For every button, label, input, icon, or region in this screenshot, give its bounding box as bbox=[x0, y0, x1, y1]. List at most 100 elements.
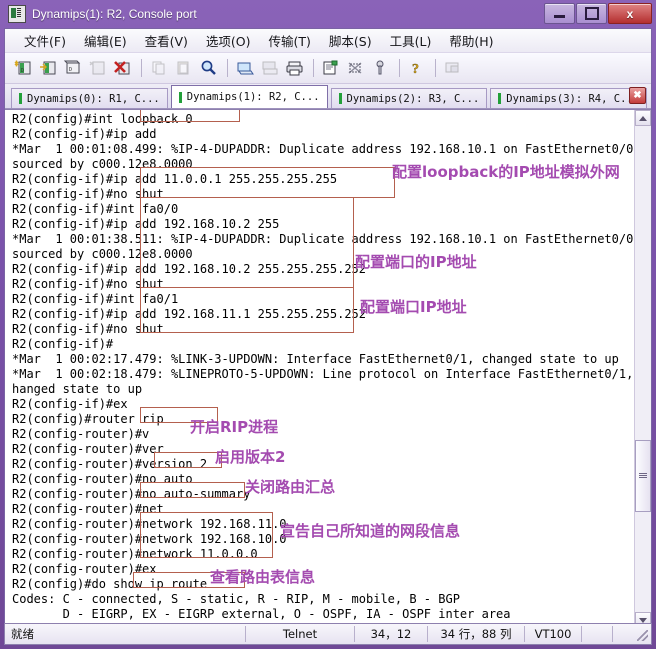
securecrt-window: Dynamips(1): R2, Console port x 文件(F) 编辑… bbox=[0, 0, 656, 649]
scroll-up-button[interactable] bbox=[635, 110, 651, 126]
print-screen-icon[interactable] bbox=[233, 56, 257, 80]
menu-script[interactable]: 脚本(S) bbox=[320, 29, 381, 52]
session-options-icon[interactable] bbox=[319, 56, 343, 80]
help-icon[interactable]: ? bbox=[405, 56, 429, 80]
menu-transfer[interactable]: 传输(T) bbox=[260, 29, 320, 52]
minimize-icon bbox=[554, 14, 565, 18]
maximize-icon bbox=[584, 7, 599, 20]
terminal-scrollbar[interactable] bbox=[634, 110, 651, 628]
terminal-line: R2(config-if)#no shut bbox=[12, 322, 164, 336]
tile-icon bbox=[441, 56, 465, 80]
tab-label: Dynamips(3): R4, C... bbox=[506, 92, 640, 105]
terminal-line: R2(config-if)#ex bbox=[12, 397, 128, 411]
minimize-button[interactable] bbox=[544, 3, 575, 24]
new-session-icon[interactable]: D bbox=[11, 56, 35, 80]
terminal-line: R2(config-if)#ip add bbox=[12, 127, 157, 141]
status-screen-size: 34 行，88 列 bbox=[440, 627, 512, 641]
terminal-line: D - EIGRP, EX - EIGRP external, O - OSPF… bbox=[12, 607, 511, 621]
toolbar-separator bbox=[313, 59, 314, 77]
tab-status-dot-icon bbox=[19, 93, 22, 104]
terminal-line: R2(config-if)#ip add 192.168.10.2 255 bbox=[12, 217, 280, 231]
connect-icon[interactable] bbox=[36, 56, 60, 80]
terminal-line: R2(config-router)#version 2 bbox=[12, 457, 208, 471]
client-area: 文件(F) 编辑(E) 查看(V) 选项(O) 传输(T) 脚本(S) 工具(L… bbox=[4, 28, 652, 641]
tab-label: Dynamips(0): R1, C... bbox=[27, 92, 160, 105]
tab-label: Dynamips(1): R2, C... bbox=[186, 91, 320, 103]
toolbar-separator bbox=[227, 59, 228, 77]
copy-icon bbox=[147, 56, 171, 80]
menu-edit[interactable]: 编辑(E) bbox=[75, 29, 136, 52]
terminal-line: R2(config-router)#ver bbox=[12, 442, 164, 456]
menu-options[interactable]: 选项(O) bbox=[197, 29, 260, 52]
terminal-line: R2(config-router)#v bbox=[12, 427, 150, 441]
title-bar: Dynamips(1): R2, Console port x bbox=[0, 0, 656, 28]
terminal-line: R2(config-router)#network 192.168.11.0 bbox=[12, 517, 287, 531]
tab-status-dot-icon bbox=[178, 91, 182, 103]
log-session-icon bbox=[258, 56, 282, 80]
terminal-line: R2(config)#router rip bbox=[12, 412, 164, 426]
scrollbar-thumb[interactable] bbox=[635, 440, 651, 512]
svg-text:D: D bbox=[69, 67, 72, 73]
chevron-up-icon bbox=[639, 115, 647, 121]
terminal-line: R2(config-if)#int fa0/1 bbox=[12, 292, 179, 306]
toolbar-separator bbox=[141, 59, 142, 77]
tab-dynamips-3[interactable]: Dynamips(3): R4, C... bbox=[490, 88, 648, 108]
terminal-line: Codes: C - connected, S - static, R - RI… bbox=[12, 592, 460, 606]
terminal-line: *Mar 1 00:02:17.479: %LINK-3-UPDOWN: Int… bbox=[12, 352, 619, 366]
terminal-line: hanged state to up bbox=[12, 382, 143, 396]
tab-dynamips-0[interactable]: Dynamips(0): R1, C... bbox=[11, 88, 168, 108]
terminal-line: *Mar 1 00:01:38.511: %IP-4-DUPADDR: Dupl… bbox=[12, 232, 634, 246]
tab-dynamips-1[interactable]: Dynamips(1): R2, C... bbox=[170, 85, 328, 108]
menu-file[interactable]: 文件(F) bbox=[15, 29, 75, 52]
menu-help[interactable]: 帮助(H) bbox=[440, 29, 502, 52]
print-icon[interactable] bbox=[283, 56, 307, 80]
menu-view[interactable]: 查看(V) bbox=[136, 29, 197, 52]
toolbar: D D ? bbox=[5, 53, 651, 84]
find-icon[interactable] bbox=[197, 56, 221, 80]
terminal-line: R2(config)#do show ip route bbox=[12, 577, 208, 591]
window-controls: x bbox=[544, 3, 652, 24]
terminal-line: *Mar 1 00:01:08.499: %IP-4-DUPADDR: Dupl… bbox=[12, 142, 634, 156]
terminal-line: R2(config-router)#no auto-summary bbox=[12, 487, 251, 501]
terminal-line: R2(config-if)#ip add 11.0.0.1 255.255.25… bbox=[12, 172, 338, 186]
terminal-line: R2(config-if)#int fa0/0 bbox=[12, 202, 179, 216]
menu-tools[interactable]: 工具(L) bbox=[381, 29, 441, 52]
terminal-line: R2(config-router)#ex bbox=[12, 562, 157, 576]
tab-status-dot-icon bbox=[498, 93, 502, 104]
connect-local-shell-icon[interactable]: D bbox=[61, 56, 85, 80]
menu-bar: 文件(F) 编辑(E) 查看(V) 选项(O) 传输(T) 脚本(S) 工具(L… bbox=[5, 29, 651, 53]
terminal-output[interactable]: R2(config)#int loopback 0 R2(config-if)#i… bbox=[5, 110, 634, 628]
tab-dynamips-2[interactable]: Dynamips(2): R3, C... bbox=[330, 88, 488, 108]
window-title: Dynamips(1): R2, Console port bbox=[32, 7, 197, 21]
terminal-line: R2(config-if)#no shut bbox=[12, 277, 164, 291]
toolbar-separator bbox=[399, 59, 400, 77]
toolbar-separator bbox=[435, 59, 436, 77]
key-icon[interactable] bbox=[369, 56, 393, 80]
connect-sftp-icon[interactable] bbox=[86, 56, 110, 80]
terminal-line: R2(config-if)#no shut bbox=[12, 187, 164, 201]
terminal-line: R2(config-router)#no auto bbox=[12, 472, 193, 486]
terminal-line: R2(config)#int loopback 0 bbox=[12, 112, 193, 126]
terminal-line: *Mar 1 00:02:18.479: %LINEPROTO-5-UPDOWN… bbox=[12, 367, 634, 381]
close-button[interactable]: x bbox=[608, 3, 652, 24]
grip-icon bbox=[639, 473, 647, 479]
close-icon: x bbox=[626, 6, 634, 21]
maximize-button[interactable] bbox=[576, 3, 607, 24]
tab-strip: Dynamips(0): R1, C... Dynamips(1): R2, C… bbox=[5, 84, 651, 109]
svg-text:D: D bbox=[21, 68, 24, 74]
terminal-line: R2(config-router)#network 11.0.0.0 bbox=[12, 547, 258, 561]
terminal-line: sourced by c000.12e8.0000 bbox=[12, 247, 193, 261]
resize-grip-icon[interactable] bbox=[637, 630, 648, 641]
terminal-line: R2(config-if)# bbox=[12, 337, 114, 351]
global-options-icon[interactable] bbox=[344, 56, 368, 80]
tab-label: Dynamips(2): R3, C... bbox=[346, 92, 480, 105]
status-bar: 就绪 Telnet 34，12 34 行，88 列 VT100 bbox=[4, 623, 652, 645]
tab-close-button[interactable]: ✖ bbox=[629, 87, 646, 104]
terminal-line: R2(config-router)#net bbox=[12, 502, 164, 516]
chevron-down-icon bbox=[639, 617, 647, 623]
paste-icon bbox=[172, 56, 196, 80]
disconnect-icon[interactable] bbox=[111, 56, 135, 80]
terminal-line: R2(config-if)#ip add 192.168.10.2 255.25… bbox=[12, 262, 367, 276]
status-emulation: VT100 bbox=[534, 627, 572, 641]
tab-status-dot-icon bbox=[338, 93, 342, 104]
